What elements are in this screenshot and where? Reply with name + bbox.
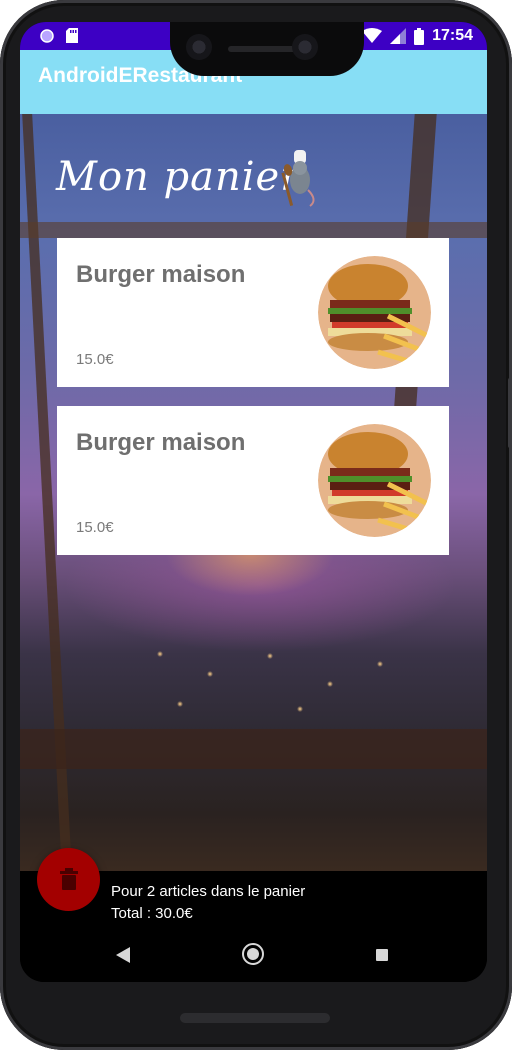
cart-count-text: Pour 2 articles dans le panier bbox=[111, 883, 306, 900]
home-icon[interactable] bbox=[242, 943, 264, 965]
item-name: Burger maison bbox=[76, 429, 246, 456]
background-image: Mon panier Burger maison 15.0€ Burger ma… bbox=[20, 114, 487, 871]
camera-notch bbox=[170, 22, 364, 76]
trash-icon bbox=[60, 868, 78, 890]
recents-icon[interactable] bbox=[376, 949, 388, 961]
status-right-icons: 17:54 bbox=[362, 27, 473, 45]
clear-cart-button[interactable] bbox=[37, 848, 100, 911]
screen: 17:54 AndroidERestaurant Mon panier Burg… bbox=[20, 22, 487, 982]
burger-image bbox=[318, 256, 431, 369]
cell-signal-icon bbox=[390, 28, 407, 44]
back-icon[interactable] bbox=[116, 947, 130, 963]
system-nav-bar bbox=[20, 928, 487, 982]
table-edge bbox=[20, 729, 487, 769]
item-price: 15.0€ bbox=[76, 519, 114, 536]
status-time: 17:54 bbox=[432, 27, 473, 44]
chef-rat-icon bbox=[281, 150, 315, 207]
cart-item-card[interactable]: Burger maison 15.0€ bbox=[57, 238, 449, 387]
circle-notification-icon bbox=[40, 28, 54, 43]
battery-icon bbox=[414, 27, 425, 45]
wifi-icon bbox=[362, 28, 383, 43]
city-lights bbox=[140, 634, 400, 724]
front-camera-icon bbox=[186, 34, 212, 60]
side-button bbox=[508, 378, 512, 448]
phone-frame: 17:54 AndroidERestaurant Mon panier Burg… bbox=[0, 0, 512, 1050]
item-price: 15.0€ bbox=[76, 351, 114, 368]
page-title: Mon panier bbox=[56, 154, 301, 200]
sd-card-icon bbox=[66, 28, 78, 43]
status-left-icons bbox=[40, 28, 78, 43]
cart-item-card[interactable]: Burger maison 15.0€ bbox=[57, 406, 449, 555]
burger-image bbox=[318, 424, 431, 537]
front-sensor-icon bbox=[292, 34, 318, 60]
cart-total-text: Total : 30.0€ bbox=[111, 905, 193, 922]
item-name: Burger maison bbox=[76, 261, 246, 288]
speaker-grille bbox=[180, 1013, 330, 1023]
window-frame-top bbox=[20, 222, 487, 238]
